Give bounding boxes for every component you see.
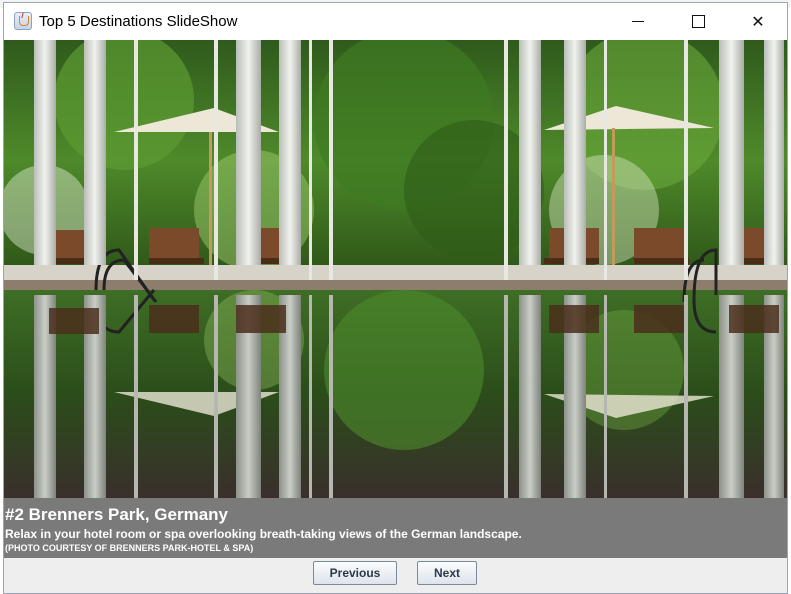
photo-credit: (PHOTO COURTESY OF BRENNERS PARK-HOTEL &…	[5, 543, 254, 553]
pool-photo-illustration	[4, 40, 787, 498]
minimize-icon	[632, 21, 644, 22]
slide-title: #2 Brenners Park, Germany	[5, 505, 229, 524]
close-icon: ✕	[751, 12, 765, 31]
close-button[interactable]: ✕	[729, 3, 787, 40]
slide-photo	[4, 40, 787, 498]
java-coffee-cup-icon	[14, 12, 32, 30]
maximize-button[interactable]	[669, 3, 727, 40]
next-button[interactable]: Next	[417, 561, 477, 585]
app-window: Top 5 Destinations SlideShow ✕ #2 Brenne…	[3, 2, 788, 594]
navigation-bar: Previous Next	[4, 558, 787, 593]
maximize-icon	[691, 15, 705, 28]
slide-description: Relax in your hotel room or spa overlook…	[5, 527, 522, 541]
slide-panel: #2 Brenners Park, Germany Relax in your …	[4, 40, 787, 558]
minimize-button[interactable]	[609, 3, 667, 40]
previous-button[interactable]: Previous	[313, 561, 397, 585]
window-title: Top 5 Destinations SlideShow	[39, 13, 238, 30]
slide-caption: #2 Brenners Park, Germany Relax in your …	[4, 498, 787, 558]
title-bar[interactable]: Top 5 Destinations SlideShow ✕	[4, 3, 787, 40]
